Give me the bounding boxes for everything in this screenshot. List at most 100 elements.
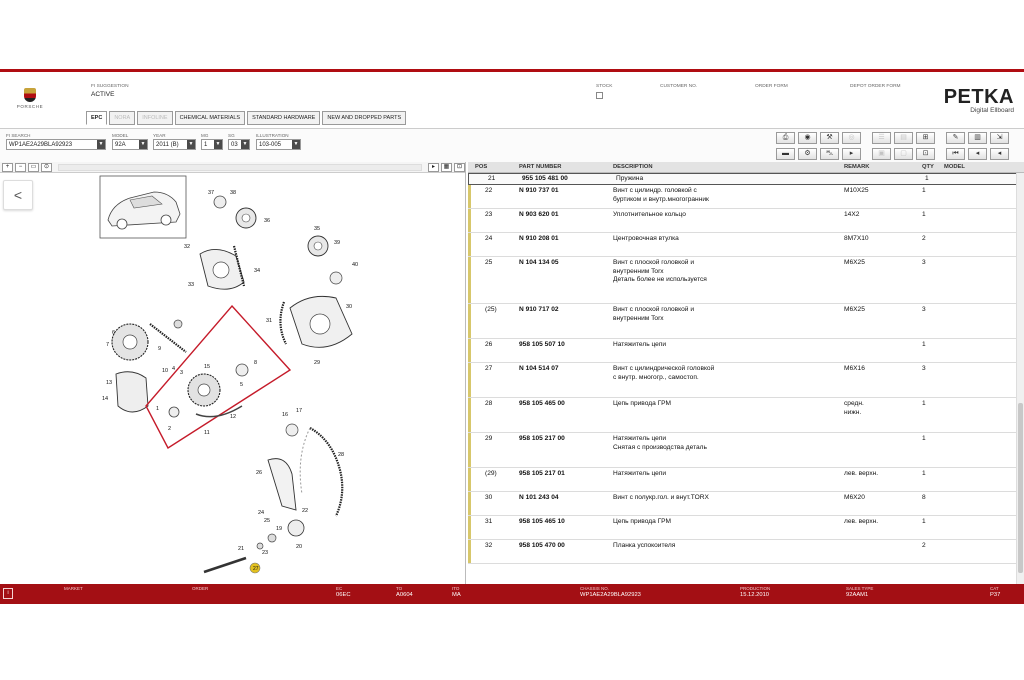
previous-page-icon[interactable]: ◂ [968, 148, 987, 160]
diagram-callout[interactable]: 15 [204, 364, 210, 370]
table-row[interactable]: 22 N 910 737 01 Винт с цилиндр. головкой с… [468, 185, 1024, 209]
table-row[interactable]: (29) 958 105 217 01 Натяжитель цепи лев. ве… [468, 468, 1024, 492]
chevron-down-icon[interactable]: ▼ [97, 140, 105, 149]
tab-chemical-materials[interactable]: CHEMICAL MATERIALS [174, 111, 246, 125]
camera-icon[interactable]: ◉ [798, 132, 817, 144]
play-icon[interactable]: ▸ [842, 148, 861, 160]
zoom-fit-icon[interactable]: ⊙ [41, 162, 52, 172]
diagram-callout[interactable]: 3 [180, 370, 183, 376]
diagram-callout[interactable]: 38 [230, 190, 236, 196]
tab-nora[interactable]: NORA [109, 111, 136, 125]
tools-icon[interactable]: ⚒ [820, 132, 839, 144]
table-row[interactable]: (25) N 910 717 02 Винт с плоской головкой … [468, 304, 1024, 339]
sg-select[interactable]: 03 ▼ [228, 139, 250, 150]
diagram-callout[interactable]: 16 [282, 412, 288, 418]
diagram-callout[interactable]: 17 [296, 408, 302, 414]
chevron-down-icon[interactable]: ▼ [292, 140, 300, 149]
cart-icon[interactable]: ⊡ [916, 148, 935, 160]
fi-search-input[interactable]: WP1AE2A29BLA92923 ▼ [6, 139, 106, 150]
chevron-down-icon[interactable]: ▼ [139, 140, 147, 149]
print-icon[interactable]: ⎙ [776, 132, 795, 144]
table-row[interactable]: 29 958 105 217 00 Натяжитель цепи Снятая с… [468, 433, 1024, 468]
next-page-icon[interactable]: ◂ [990, 148, 1009, 160]
table-row[interactable]: 21 955 105 481 00 Пружина 1 [468, 173, 1024, 185]
note-icon[interactable]: ▤ [894, 132, 913, 144]
diagram-callout[interactable]: 31 [266, 318, 272, 324]
chevron-down-icon[interactable]: ▼ [214, 140, 222, 149]
diagram-callout[interactable]: 22 [302, 508, 308, 514]
wrench-icon[interactable]: ⚙ [798, 148, 817, 160]
keyboard-icon[interactable]: ▬ [776, 148, 795, 160]
chevron-down-icon[interactable]: ▼ [187, 140, 195, 149]
table-row[interactable]: 31 958 105 465 10 Цепь привода ГРМ лев. вер… [468, 516, 1024, 540]
diagram-callout[interactable]: 35 [314, 226, 320, 232]
list-icon[interactable]: ☰ [872, 132, 891, 144]
mg-select[interactable]: 1 ▼ [201, 139, 223, 150]
diagram-callout[interactable]: 7 [106, 342, 109, 348]
footer-info-icon[interactable]: i [3, 588, 13, 599]
horizontal-scrollbar[interactable] [58, 163, 422, 171]
diagram-callout[interactable]: 24 [258, 510, 264, 516]
tab-infoline[interactable]: INFOLINE [137, 111, 173, 125]
pin-icon[interactable]: ✎ [946, 132, 965, 144]
stock-checkbox[interactable] [596, 92, 603, 99]
book-icon[interactable]: ▥ [968, 132, 987, 144]
zoom-out-icon[interactable]: − [15, 162, 26, 172]
diagram-callout[interactable]: 9 [158, 346, 161, 352]
diagram-callout[interactable]: 13 [106, 380, 112, 386]
cart-add-icon[interactable]: ⊞ [916, 132, 935, 144]
illustration-select[interactable]: 103-005 ▼ [256, 139, 301, 150]
diagram-callout[interactable]: 28 [338, 452, 344, 458]
table-row[interactable]: 28 958 105 465 00 Цепь привода ГРМ средн. н… [468, 398, 1024, 433]
diagram-callout[interactable]: 21 [238, 546, 244, 552]
table-row[interactable]: 25 N 104 134 05 Винт с плоской головкой и … [468, 257, 1024, 304]
first-page-icon[interactable]: ⏮ [946, 148, 965, 160]
diagram-callout[interactable]: 25 [264, 518, 270, 524]
col-pos[interactable]: POS [473, 162, 519, 172]
table-row[interactable]: 26 958 105 507 10 Натяжитель цепи 1 [468, 339, 1024, 363]
clipboard-icon[interactable]: ▣ [872, 148, 891, 160]
diagram-callout[interactable]: 1 [156, 406, 159, 412]
diagram-callout[interactable]: 30 [346, 304, 352, 310]
share-icon[interactable]: < [3, 180, 33, 210]
tech-icon[interactable]: ◎ [842, 132, 861, 144]
diagram-callout[interactable]: 27 [253, 566, 259, 572]
chevron-down-icon[interactable]: ▼ [241, 140, 249, 149]
table-row[interactable]: 30 N 101 243 04 Винт с полукр.гол. и внут.… [468, 492, 1024, 516]
diagram-callout[interactable]: 40 [352, 262, 358, 268]
diagram-callout[interactable]: 23 [262, 550, 268, 556]
col-description[interactable]: DESCRIPTION [613, 162, 844, 172]
diagram-callout[interactable]: 12 [230, 414, 236, 420]
vertical-scrollbar[interactable] [1016, 173, 1024, 584]
diagram-callout[interactable]: 11 [204, 430, 210, 436]
diagram-callout[interactable]: 2 [168, 426, 171, 432]
diagram-callout[interactable]: 26 [256, 470, 262, 476]
model-select[interactable]: 92A ▼ [112, 139, 148, 150]
col-qty[interactable]: QTY [922, 162, 944, 172]
scrollbar-thumb[interactable] [1018, 403, 1023, 573]
diagram-callout[interactable]: 32 [184, 244, 190, 250]
table-row[interactable]: 24 N 910 208 01 Центровочная втулка 8M7X10 2 [468, 233, 1024, 257]
diagram-callout[interactable]: 20 [296, 544, 302, 550]
diagram-callout[interactable]: 36 [264, 218, 270, 224]
exploded-diagram[interactable]: 27 37 38 36 32 34 33 35 39 40 31 30 29 7… [96, 174, 388, 578]
tab-epc[interactable]: EPC [86, 111, 108, 125]
col-model[interactable]: MODEL [944, 162, 1004, 172]
table-row[interactable]: 32 958 105 470 00 Планка успокоителя 2 [468, 540, 1024, 564]
diagram-callout[interactable]: 5 [240, 382, 243, 388]
col-part-number[interactable]: PART NUMBER [519, 162, 613, 172]
scroll-right-icon[interactable]: ▸ [428, 162, 439, 172]
fit-page-icon[interactable]: ⊡ [454, 162, 465, 172]
grid-view-icon[interactable]: ▦ [441, 162, 452, 172]
car-icon[interactable]: ⛍ [820, 148, 839, 160]
diagram-callout[interactable]: 19 [276, 526, 282, 532]
col-remark[interactable]: REMARK [844, 162, 922, 172]
export-icon[interactable]: ⇲ [990, 132, 1009, 144]
diagram-callout[interactable]: 6 [112, 330, 115, 336]
zoom-in-icon[interactable]: + [2, 162, 13, 172]
table-row[interactable]: 23 N 903 620 01 Уплотнительное кольцо 14X2 1 [468, 209, 1024, 233]
document-icon[interactable]: ▢ [894, 148, 913, 160]
diagram-callout[interactable]: 29 [314, 360, 320, 366]
year-select[interactable]: 2011 (B) ▼ [153, 139, 196, 150]
tab-standard-hardware[interactable]: STANDARD HARDWARE [247, 111, 321, 125]
